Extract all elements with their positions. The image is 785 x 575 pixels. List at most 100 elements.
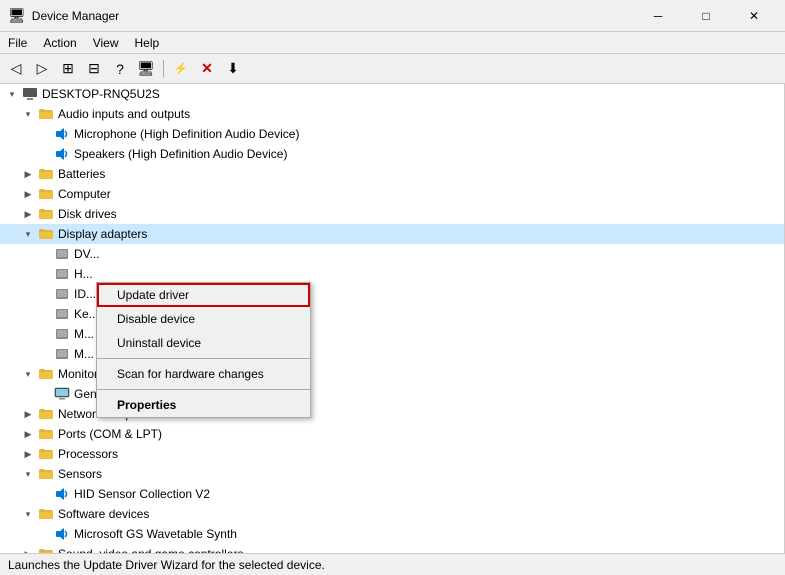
expand-icon bbox=[36, 126, 52, 142]
tree-item[interactable]: ▶ Ports (COM & LPT) bbox=[0, 424, 784, 444]
expand-icon[interactable]: ▾ bbox=[20, 466, 36, 482]
tree-item-label: Sensors bbox=[58, 467, 102, 481]
expand-icon[interactable]: ▶ bbox=[20, 546, 36, 553]
folder-icon bbox=[38, 206, 54, 222]
expand-icon bbox=[36, 286, 52, 302]
download-btn[interactable]: ⬇ bbox=[221, 57, 245, 81]
expand-icon[interactable]: ▾ bbox=[4, 86, 20, 102]
view2-btn[interactable]: ⊟ bbox=[82, 57, 106, 81]
tree-item[interactable]: ▾Audio inputs and outputs bbox=[0, 104, 784, 124]
tree-item[interactable]: DV... bbox=[0, 244, 784, 264]
status-text: Launches the Update Driver Wizard for th… bbox=[8, 558, 325, 572]
expand-icon bbox=[36, 526, 52, 542]
folder-icon bbox=[38, 466, 54, 482]
tree-item-label: ID... bbox=[74, 287, 96, 301]
tree-item-label: Software devices bbox=[58, 507, 149, 521]
expand-icon[interactable]: ▶ bbox=[20, 406, 36, 422]
expand-icon bbox=[36, 146, 52, 162]
audio-icon bbox=[54, 526, 70, 542]
back-btn[interactable]: ◁ bbox=[4, 57, 28, 81]
tree-item[interactable]: ▾ Software devices bbox=[0, 504, 784, 524]
expand-icon[interactable]: ▶ bbox=[20, 186, 36, 202]
tree-item-label: Display adapters bbox=[58, 227, 147, 241]
menu-view[interactable]: View bbox=[85, 32, 127, 53]
title-bar-controls: ─ □ ✕ bbox=[635, 0, 777, 32]
remove-btn[interactable]: ✕ bbox=[195, 57, 219, 81]
context-menu: Update driverDisable deviceUninstall dev… bbox=[96, 282, 311, 418]
tree-item-label: Batteries bbox=[58, 167, 105, 181]
ctx-scan-hardware[interactable]: Scan for hardware changes bbox=[97, 362, 310, 386]
folder-icon bbox=[38, 546, 54, 553]
update-driver-btn[interactable]: ⚡ bbox=[169, 57, 193, 81]
folder-icon bbox=[38, 226, 54, 242]
folder-icon bbox=[38, 506, 54, 522]
computer-btn[interactable]: 🖥 bbox=[134, 57, 158, 81]
help-btn[interactable]: ? bbox=[108, 57, 132, 81]
app-icon: 🖥 bbox=[8, 7, 26, 24]
tree-item[interactable]: H... bbox=[0, 264, 784, 284]
tree-item-label: Ke... bbox=[74, 307, 99, 321]
tree-item[interactable]: ▶ Processors bbox=[0, 444, 784, 464]
ctx-update-driver[interactable]: Update driver bbox=[97, 283, 310, 307]
tree-item[interactable]: ▾ Display adapters bbox=[0, 224, 784, 244]
context-menu-separator bbox=[97, 389, 310, 390]
expand-icon[interactable]: ▾ bbox=[20, 106, 36, 122]
tree-panel[interactable]: ▾ DESKTOP-RNQ5U2S ▾Audio inputs and output… bbox=[0, 84, 785, 553]
expand-icon[interactable]: ▶ bbox=[20, 206, 36, 222]
tree-item-label: Processors bbox=[58, 447, 118, 461]
app-title: Device Manager bbox=[32, 9, 119, 23]
tree-item[interactable]: ▾ Sensors bbox=[0, 464, 784, 484]
expand-icon[interactable]: ▶ bbox=[20, 166, 36, 182]
expand-icon bbox=[36, 306, 52, 322]
tree-item-label: Ports (COM & LPT) bbox=[58, 427, 162, 441]
ctx-uninstall-device[interactable]: Uninstall device bbox=[97, 331, 310, 355]
tree-item-label: DV... bbox=[74, 247, 100, 261]
menu-help[interactable]: Help bbox=[127, 32, 168, 53]
tree-item[interactable]: ▶Disk drives bbox=[0, 204, 784, 224]
forward-btn[interactable]: ▷ bbox=[30, 57, 54, 81]
toolbar-separator-1 bbox=[163, 60, 164, 78]
tree-item-label: M... bbox=[74, 347, 94, 361]
tree-item[interactable]: HID Sensor Collection V2 bbox=[0, 484, 784, 504]
main-area: ▾ DESKTOP-RNQ5U2S ▾Audio inputs and output… bbox=[0, 84, 785, 553]
tree-item[interactable]: Speakers (High Definition Audio Device) bbox=[0, 144, 784, 164]
tree-item-label: Computer bbox=[58, 187, 111, 201]
menu-action[interactable]: Action bbox=[35, 32, 84, 53]
expand-icon bbox=[36, 386, 52, 402]
folder-icon bbox=[38, 186, 54, 202]
device-icon bbox=[54, 246, 70, 262]
expand-icon bbox=[36, 346, 52, 362]
tree-item[interactable]: ▶ Sound, video and game controllers bbox=[0, 544, 784, 553]
tree-item[interactable]: Microsoft GS Wavetable Synth bbox=[0, 524, 784, 544]
expand-icon[interactable]: ▶ bbox=[20, 426, 36, 442]
tree-item-label: Speakers (High Definition Audio Device) bbox=[74, 147, 287, 161]
tree-item[interactable]: ▾ DESKTOP-RNQ5U2S bbox=[0, 84, 784, 104]
tree-item[interactable]: ▶ Batteries bbox=[0, 164, 784, 184]
tree-item[interactable]: Microphone (High Definition Audio Device… bbox=[0, 124, 784, 144]
computer-icon bbox=[22, 86, 38, 102]
tree-item[interactable]: ▶ Computer bbox=[0, 184, 784, 204]
folder-icon bbox=[38, 166, 54, 182]
expand-icon[interactable]: ▶ bbox=[20, 446, 36, 462]
tree-item-label: Sound, video and game controllers bbox=[58, 547, 243, 553]
expand-icon bbox=[36, 246, 52, 262]
expand-icon[interactable]: ▾ bbox=[20, 366, 36, 382]
title-bar: 🖥 Device Manager ─ □ ✕ bbox=[0, 0, 785, 32]
tree-item-label: Microsoft GS Wavetable Synth bbox=[74, 527, 237, 541]
tree-item-label: M... bbox=[74, 327, 94, 341]
close-button[interactable]: ✕ bbox=[731, 0, 777, 32]
expand-icon[interactable]: ▾ bbox=[20, 226, 36, 242]
tree-item-label: Microphone (High Definition Audio Device… bbox=[74, 127, 299, 141]
menu-file[interactable]: File bbox=[0, 32, 35, 53]
ctx-disable-device[interactable]: Disable device bbox=[97, 307, 310, 331]
expand-icon bbox=[36, 486, 52, 502]
maximize-button[interactable]: □ bbox=[683, 0, 729, 32]
audio-icon bbox=[54, 486, 70, 502]
device-icon bbox=[54, 306, 70, 322]
tree-item-label: DESKTOP-RNQ5U2S bbox=[42, 87, 160, 101]
ctx-properties[interactable]: Properties bbox=[97, 393, 310, 417]
minimize-button[interactable]: ─ bbox=[635, 0, 681, 32]
view-btn[interactable]: ⊞ bbox=[56, 57, 80, 81]
expand-icon[interactable]: ▾ bbox=[20, 506, 36, 522]
audio-icon bbox=[54, 126, 70, 142]
